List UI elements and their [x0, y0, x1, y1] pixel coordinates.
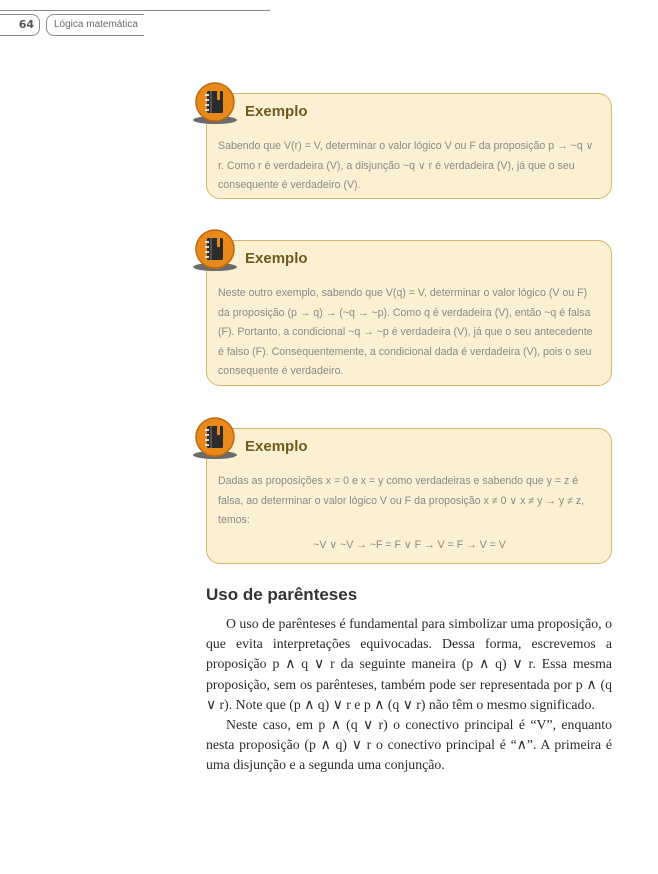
notebook-icon: [193, 417, 237, 459]
section-title: Uso de parênteses: [206, 585, 358, 604]
example-title: Exemplo: [245, 250, 308, 267]
example-title: Exemplo: [245, 103, 308, 120]
example-box-3: Exemplo Dadas as proposições x = 0 e x =…: [193, 417, 612, 564]
notebook-icon: [193, 82, 237, 124]
notebook-icon: [193, 229, 237, 271]
example-text: Dadas as proposições x = 0 e x = y como …: [218, 475, 585, 526]
paragraph: O uso de parênteses é fundamental para s…: [206, 616, 612, 712]
page-number: 64: [0, 14, 40, 36]
example-title: Exemplo: [245, 438, 308, 455]
example-box-2: Exemplo Neste outro exemplo, sabendo que…: [193, 229, 612, 386]
example-box-1: Exemplo Sabendo que V(r) = V, determinar…: [193, 82, 612, 199]
example-text: Neste outro exemplo, sabendo que V(q) = …: [218, 287, 593, 377]
example-formula: ~V ∨ ~V → ~F = F ∨ F → V = F → V = V: [313, 538, 506, 551]
example-text: Sabendo que V(r) = V, determinar o valor…: [218, 140, 594, 191]
running-header-title: Lógica matemática: [46, 14, 144, 36]
header-rule: [0, 10, 270, 11]
section-body: O uso de parênteses é fundamental para s…: [206, 614, 612, 776]
paragraph: Neste caso, em p ∧ (q ∨ r) o conectivo p…: [206, 717, 612, 773]
